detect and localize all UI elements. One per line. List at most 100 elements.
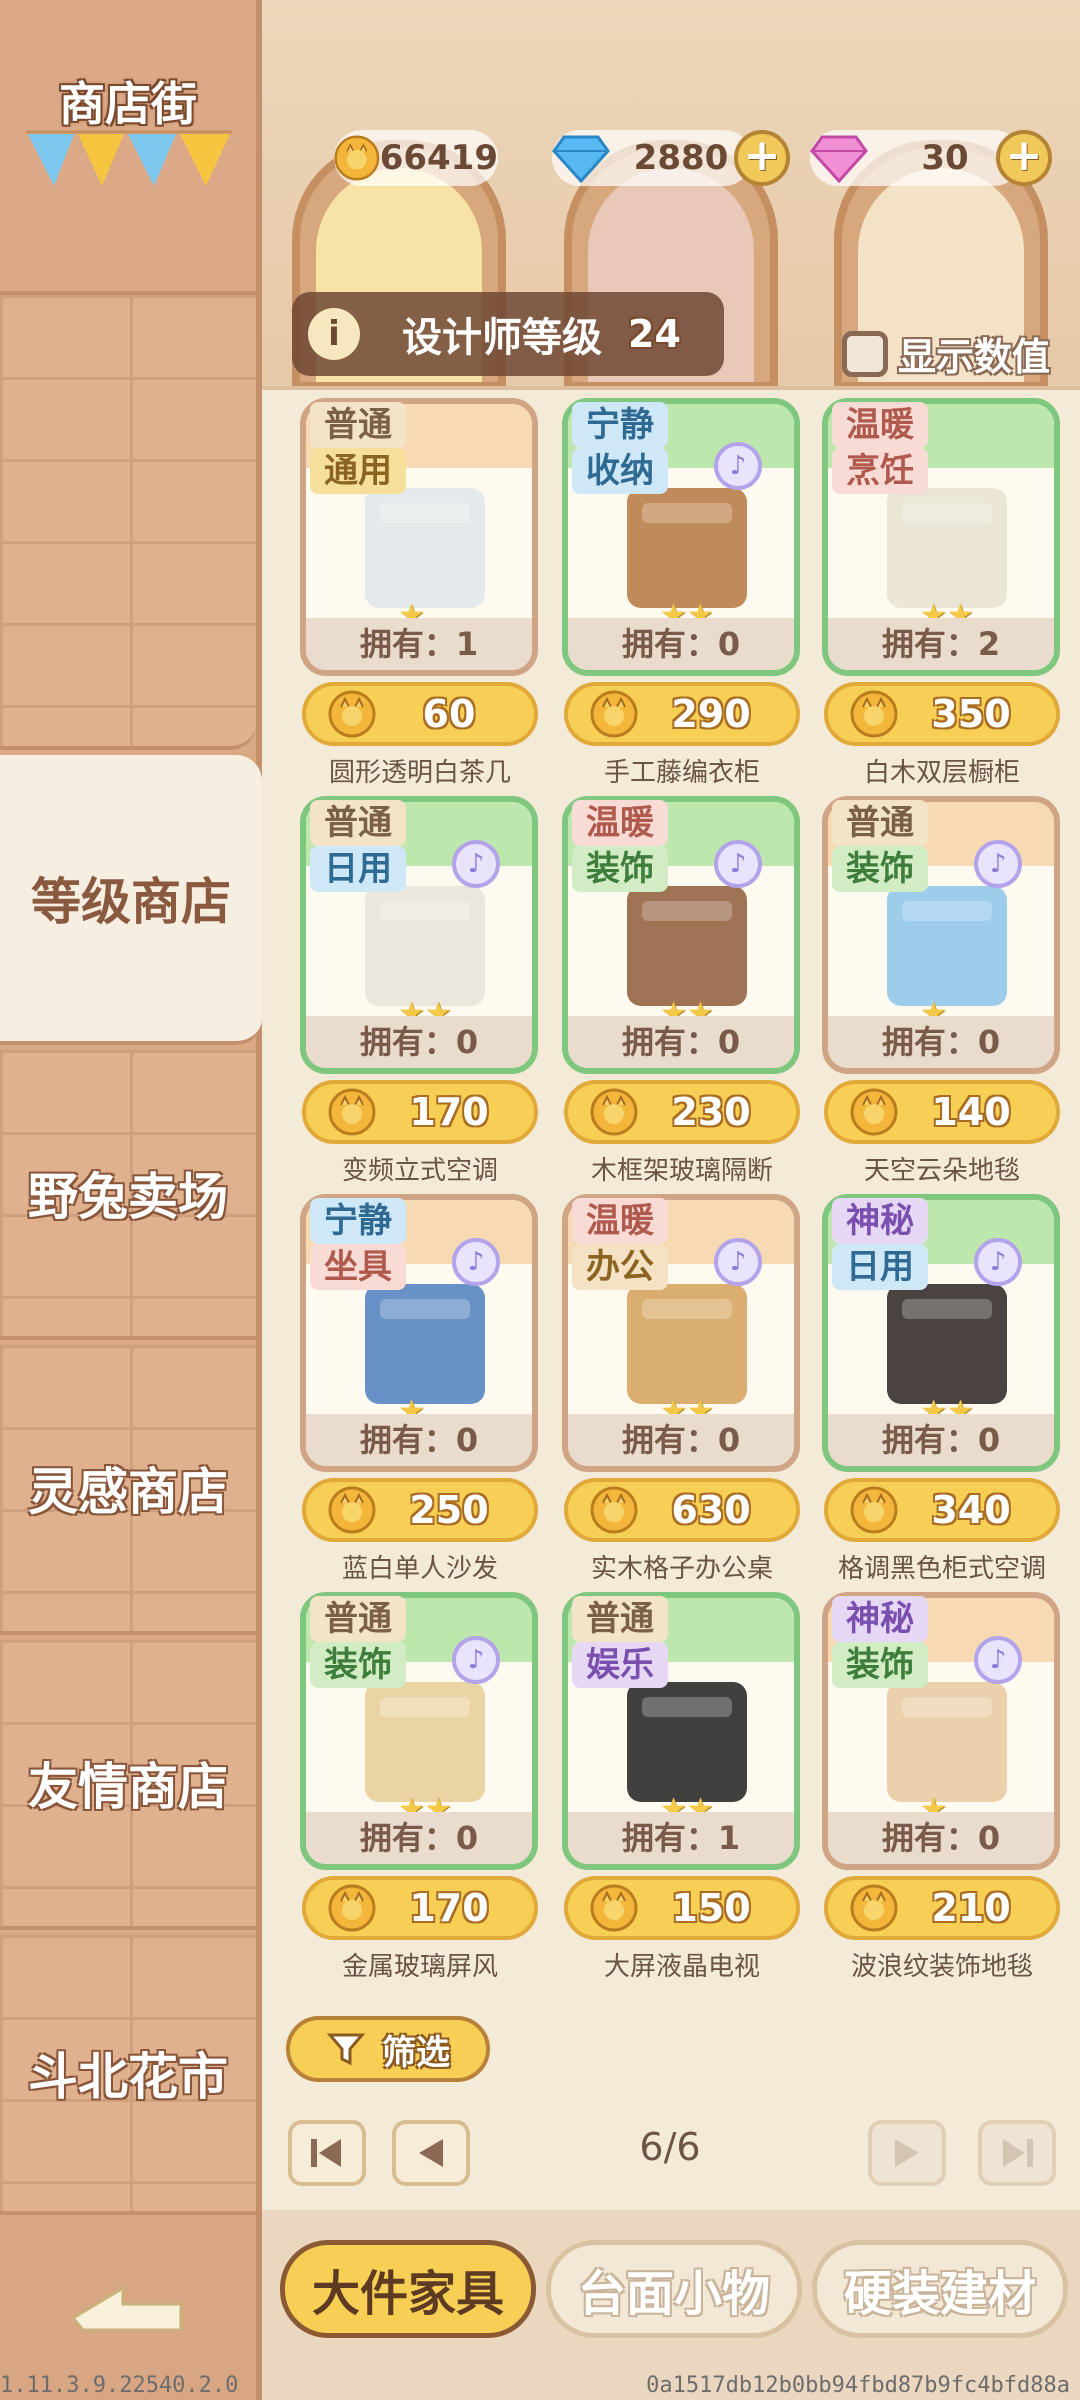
previous-page-button[interactable] [392,2120,470,2186]
buy-price-button[interactable]: 170 [302,1080,538,1144]
style-tag: 温暖 [572,1198,668,1244]
cat-coin-icon [850,1884,898,1932]
item-name: 手工藤编衣柜 [603,758,760,788]
category-tag: 装饰 [832,1642,928,1688]
tab-flower-market[interactable]: 斗北花市 [0,1935,256,2215]
item-name: 天空云朵地毯 [863,1156,1020,1186]
tab-friendship-shop[interactable]: 友情商店 [0,1640,256,1930]
page-indicator: 6/6 [639,2125,701,2169]
coin-counter: 66419 [334,130,498,186]
category-tag: 装饰 [832,846,928,892]
filter-icon [326,2033,366,2066]
category-tag: 娱乐 [572,1642,668,1688]
next-page-button[interactable] [868,2120,946,2186]
music-note-icon: ♪ [974,1238,1022,1286]
cat-coin-icon [590,1088,638,1136]
item-card[interactable]: ★★ 拥有：0 温暖 办公 ♪ 630 实木格子办公桌 [524,1186,800,1584]
last-page-button[interactable] [978,2120,1056,2186]
item-card[interactable]: ★ 拥有：0 神秘 装饰 ♪ 210 波浪纹装饰地毯 [784,1584,1060,1982]
shop-street-title: 商店街 [59,77,197,131]
item-name: 变频立式空调 [341,1156,498,1186]
owned-count: 拥有：0 [306,1016,532,1068]
tab-tabletop-items[interactable]: 台面小物 [546,2240,802,2338]
item-name: 金属玻璃屏风 [341,1952,498,1982]
show-values-toggle[interactable]: 显示数值 [842,326,1050,381]
item-price: 340 [931,1488,1011,1532]
item-price: 290 [671,692,751,736]
cat-coin-icon [850,1486,898,1534]
cat-coin-icon [334,135,380,181]
buy-price-button[interactable]: 630 [564,1478,800,1542]
previous-page-icon [419,2139,443,2167]
item-card[interactable]: ★★ 拥有：0 普通 装饰 ♪ 170 金属玻璃屏风 [262,1584,538,1982]
show-values-checkbox[interactable] [842,330,888,377]
item-card[interactable]: ★★ 拥有：0 神秘 日用 ♪ 340 格调黑色柜式空调 [784,1186,1060,1584]
sidebar-header: 商店街 [0,0,256,295]
item-card[interactable]: ★★ 拥有：0 普通 日用 ♪ 170 变频立式空调 [262,788,538,1186]
item-card[interactable]: ★★ 拥有：0 宁静 收纳 ♪ 290 手工藤编衣柜 [524,390,800,788]
item-card[interactable]: ★★ 拥有：2 温暖 烹饪 350 白木双层橱柜 [784,390,1060,788]
next-page-icon [895,2139,919,2167]
music-note-icon: ♪ [714,840,762,888]
info-icon: i [308,308,360,360]
item-price: 170 [409,1090,489,1134]
item-card[interactable]: ★ 拥有：0 普通 装饰 ♪ 140 天空云朵地毯 [784,788,1060,1186]
diamond-value: 2880 [633,138,729,178]
item-price: 250 [409,1488,489,1532]
filter-button[interactable]: 筛选 [286,2016,490,2082]
tab-wild-rabbit-market[interactable]: 野兔卖场 [0,1050,256,1340]
style-tag: 温暖 [832,402,928,448]
item-name: 大屏液晶电视 [603,1952,760,1982]
buy-price-button[interactable]: 210 [824,1876,1060,1940]
owned-count: 拥有：0 [828,1016,1054,1068]
gem-counter: 30 [810,130,1022,186]
cat-coin-icon [328,690,376,738]
item-card[interactable]: ★★ 拥有：1 普通 娱乐 150 大屏液晶电视 [524,1584,800,1982]
buy-price-button[interactable]: 250 [302,1478,538,1542]
designer-level-panel[interactable]: i 设计师等级 24 [292,292,724,376]
buy-price-button[interactable]: 170 [302,1876,538,1940]
cat-coin-icon [328,1088,376,1136]
first-page-button[interactable] [288,2120,366,2186]
item-card[interactable]: ★★ 拥有：0 温暖 装饰 ♪ 230 木框架玻璃隔断 [524,788,800,1186]
style-tag: 普通 [310,402,406,448]
tab-building-materials[interactable]: 硬装建材 [812,2240,1068,2338]
music-note-icon: ♪ [974,840,1022,888]
music-note-icon: ♪ [452,1636,500,1684]
music-note-icon: ♪ [452,840,500,888]
music-note-icon: ♪ [452,1238,500,1286]
category-tag: 烹饪 [832,448,928,494]
item-card[interactable]: ★ 拥有：0 宁静 坐具 ♪ 250 蓝白单人沙发 [262,1186,538,1584]
style-tag: 神秘 [832,1596,928,1642]
buy-price-button[interactable]: 350 [824,682,1060,746]
tab-level-shop[interactable]: 等级商店 [0,755,262,1045]
tab-large-furniture[interactable]: 大件家具 [280,2240,536,2338]
item-price: 350 [931,692,1011,736]
buy-price-button[interactable]: 340 [824,1478,1060,1542]
buy-price-button[interactable]: 230 [564,1080,800,1144]
buy-price-button[interactable]: 60 [302,682,538,746]
owned-count: 拥有：0 [828,1414,1054,1466]
coin-value: 66419 [379,138,498,178]
owned-count: 拥有：0 [568,1016,794,1068]
add-diamond-button[interactable]: + [734,130,790,186]
style-tag: 普通 [832,800,928,846]
tab-inspiration-shop[interactable]: 灵感商店 [0,1345,256,1635]
item-price: 60 [422,692,476,736]
add-gem-button[interactable]: + [996,130,1052,186]
style-tag: 普通 [572,1596,668,1642]
buy-price-button[interactable]: 140 [824,1080,1060,1144]
item-card[interactable]: ★ 拥有：1 普通 通用 60 圆形透明白茶几 [262,390,538,788]
item-grid: ★ 拥有：1 普通 通用 60 圆形透明白茶几 ★★ 拥有：0 宁静 收纳 ♪ … [262,390,1080,1990]
buy-price-button[interactable]: 150 [564,1876,800,1940]
item-name: 蓝白单人沙发 [341,1554,498,1584]
item-name: 实木格子办公桌 [590,1554,773,1584]
category-tag: 装饰 [310,1642,406,1688]
item-price: 210 [931,1886,1011,1930]
first-page-icon [311,2139,341,2167]
diamond-counter: 2880 [552,130,752,186]
music-note-icon: ♪ [714,1238,762,1286]
cat-coin-icon [590,1884,638,1932]
item-name: 格调黑色柜式空调 [837,1554,1046,1584]
buy-price-button[interactable]: 290 [564,682,800,746]
